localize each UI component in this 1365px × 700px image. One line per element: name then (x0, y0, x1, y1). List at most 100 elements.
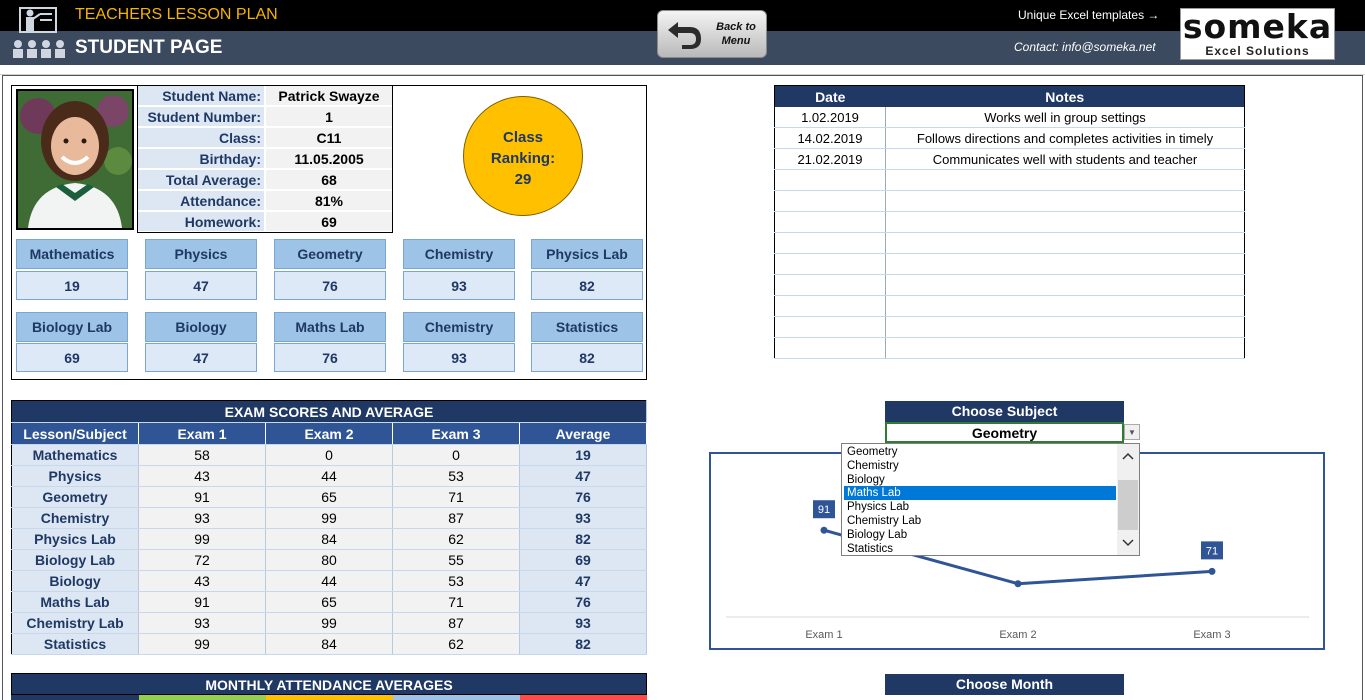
note-text-empty[interactable] (885, 295, 1245, 317)
note-date-empty[interactable] (774, 337, 886, 359)
exam-header: Exam 3 (392, 422, 520, 445)
someka-logo[interactable]: someka Excel Solutions (1180, 7, 1335, 60)
exam-score[interactable]: 53 (392, 465, 520, 487)
homework-label: Homework: (138, 212, 264, 232)
note-text[interactable]: Works well in group settings (885, 107, 1245, 128)
note-text-empty[interactable] (885, 232, 1245, 254)
exam-score[interactable]: 44 (265, 570, 393, 592)
table-row (774, 211, 1245, 233)
templates-link[interactable]: Unique Excel templates → (1018, 8, 1159, 22)
exam-average: 47 (519, 570, 647, 592)
dropdown-option[interactable]: Chemistry Lab (844, 514, 1116, 528)
note-date-empty[interactable] (774, 253, 886, 275)
exam-score[interactable]: 0 (392, 444, 520, 466)
exam-score[interactable]: 62 (392, 528, 520, 550)
table-row: Mathematics 58 0 0 19 (11, 444, 647, 466)
table-row: 1.02.2019 Works well in group settings (774, 107, 1245, 128)
note-text-empty[interactable] (885, 274, 1245, 296)
contact-email[interactable]: Contact: info@someka.net (1014, 40, 1156, 54)
note-date[interactable]: 14.02.2019 (774, 127, 886, 149)
note-text-empty[interactable] (885, 253, 1245, 275)
exam-score[interactable]: 43 (138, 570, 266, 592)
brand-subtitle: Excel Solutions (1205, 44, 1310, 58)
table-row: Biology 43 44 53 47 (11, 570, 647, 592)
dropdown-option[interactable]: Geometry (844, 445, 1116, 459)
exam-score[interactable]: 58 (138, 444, 266, 466)
exam-subject: Biology (11, 570, 139, 592)
note-text-empty[interactable] (885, 337, 1245, 359)
note-text-empty[interactable] (885, 190, 1245, 212)
exam-score[interactable]: 62 (392, 633, 520, 655)
card-score: 93 (403, 343, 515, 372)
exam-score[interactable]: 93 (138, 612, 266, 634)
exam-subject: Chemistry (11, 507, 139, 529)
note-text-empty[interactable] (885, 169, 1245, 191)
note-text[interactable]: Communicates well with students and teac… (885, 148, 1245, 170)
exam-score[interactable]: 99 (265, 507, 393, 529)
exam-score[interactable]: 99 (265, 612, 393, 634)
dropdown-scroll-thumb[interactable] (1118, 480, 1138, 530)
exam-average: 19 (519, 444, 647, 466)
card-score: 76 (274, 343, 386, 372)
student-name-value[interactable]: Patrick Swayze (266, 86, 392, 106)
x-tick-label: Exam 1 (805, 629, 842, 641)
exam-score[interactable]: 65 (265, 591, 393, 613)
note-date[interactable]: 1.02.2019 (774, 107, 886, 128)
exam-average: 82 (519, 633, 647, 655)
monthly-attendance-title: MONTHLY ATTENDANCE AVERAGES (11, 673, 647, 695)
exam-score[interactable]: 91 (138, 486, 266, 508)
exam-score[interactable]: 99 (138, 633, 266, 655)
note-date-empty[interactable] (774, 169, 886, 191)
back-to-menu-button[interactable]: Back to Menu (657, 10, 767, 58)
note-date-empty[interactable] (774, 190, 886, 212)
exam-score[interactable]: 65 (265, 486, 393, 508)
exam-subject: Chemistry Lab (11, 612, 139, 634)
exam-score[interactable]: 84 (265, 633, 393, 655)
exam-subject: Maths Lab (11, 591, 139, 613)
exam-score[interactable]: 0 (265, 444, 393, 466)
exam-score[interactable]: 80 (265, 549, 393, 571)
exam-score[interactable]: 84 (265, 528, 393, 550)
exam-score[interactable]: 99 (138, 528, 266, 550)
dropdown-option[interactable]: Statistics (844, 542, 1116, 556)
dropdown-option[interactable]: Physics Lab (844, 500, 1116, 514)
exam-score[interactable]: 72 (138, 549, 266, 571)
exam-score[interactable]: 87 (392, 612, 520, 634)
note-date[interactable]: 21.02.2019 (774, 148, 886, 170)
dropdown-option[interactable]: Biology Lab (844, 528, 1116, 542)
note-text-empty[interactable] (885, 316, 1245, 338)
note-text[interactable]: Follows directions and completes activit… (885, 127, 1245, 149)
exam-score[interactable]: 44 (265, 465, 393, 487)
exam-average: 93 (519, 612, 647, 634)
class-ranking-value: 29 (514, 171, 532, 188)
exam-score[interactable]: 91 (138, 591, 266, 613)
exam-subject: Biology Lab (11, 549, 139, 571)
exam-score[interactable]: 43 (138, 465, 266, 487)
note-date-empty[interactable] (774, 295, 886, 317)
dropdown-option[interactable]: Biology (844, 473, 1116, 487)
dropdown-option-highlighted[interactable]: Maths Lab (844, 486, 1116, 500)
exam-score[interactable]: 71 (392, 486, 520, 508)
exam-score[interactable]: 55 (392, 549, 520, 571)
table-row: Statistics 99 84 62 82 (11, 633, 647, 655)
note-text-empty[interactable] (885, 211, 1245, 233)
notes-date-header: Date (774, 85, 886, 107)
dropdown-option[interactable]: Chemistry (844, 459, 1116, 473)
note-date-empty[interactable] (774, 274, 886, 296)
subject-select[interactable]: Geometry (885, 422, 1124, 443)
total-average-label: Total Average: (138, 170, 264, 190)
teacher-classroom-icon (13, 7, 65, 58)
subject-dropdown-list[interactable]: Geometry Chemistry Biology Maths Lab Phy… (841, 443, 1140, 556)
exam-score[interactable]: 93 (138, 507, 266, 529)
note-date-empty[interactable] (774, 316, 886, 338)
exam-subject: Physics Lab (11, 528, 139, 550)
table-row (774, 253, 1245, 275)
exam-score[interactable]: 53 (392, 570, 520, 592)
dropdown-arrow-icon[interactable]: ▼ (1124, 424, 1140, 440)
exam-score[interactable]: 87 (392, 507, 520, 529)
student-number-value[interactable]: 1 (266, 107, 392, 127)
exam-title-row: EXAM SCORES AND AVERAGE (11, 400, 647, 423)
note-date-empty[interactable] (774, 232, 886, 254)
exam-score[interactable]: 71 (392, 591, 520, 613)
note-date-empty[interactable] (774, 211, 886, 233)
